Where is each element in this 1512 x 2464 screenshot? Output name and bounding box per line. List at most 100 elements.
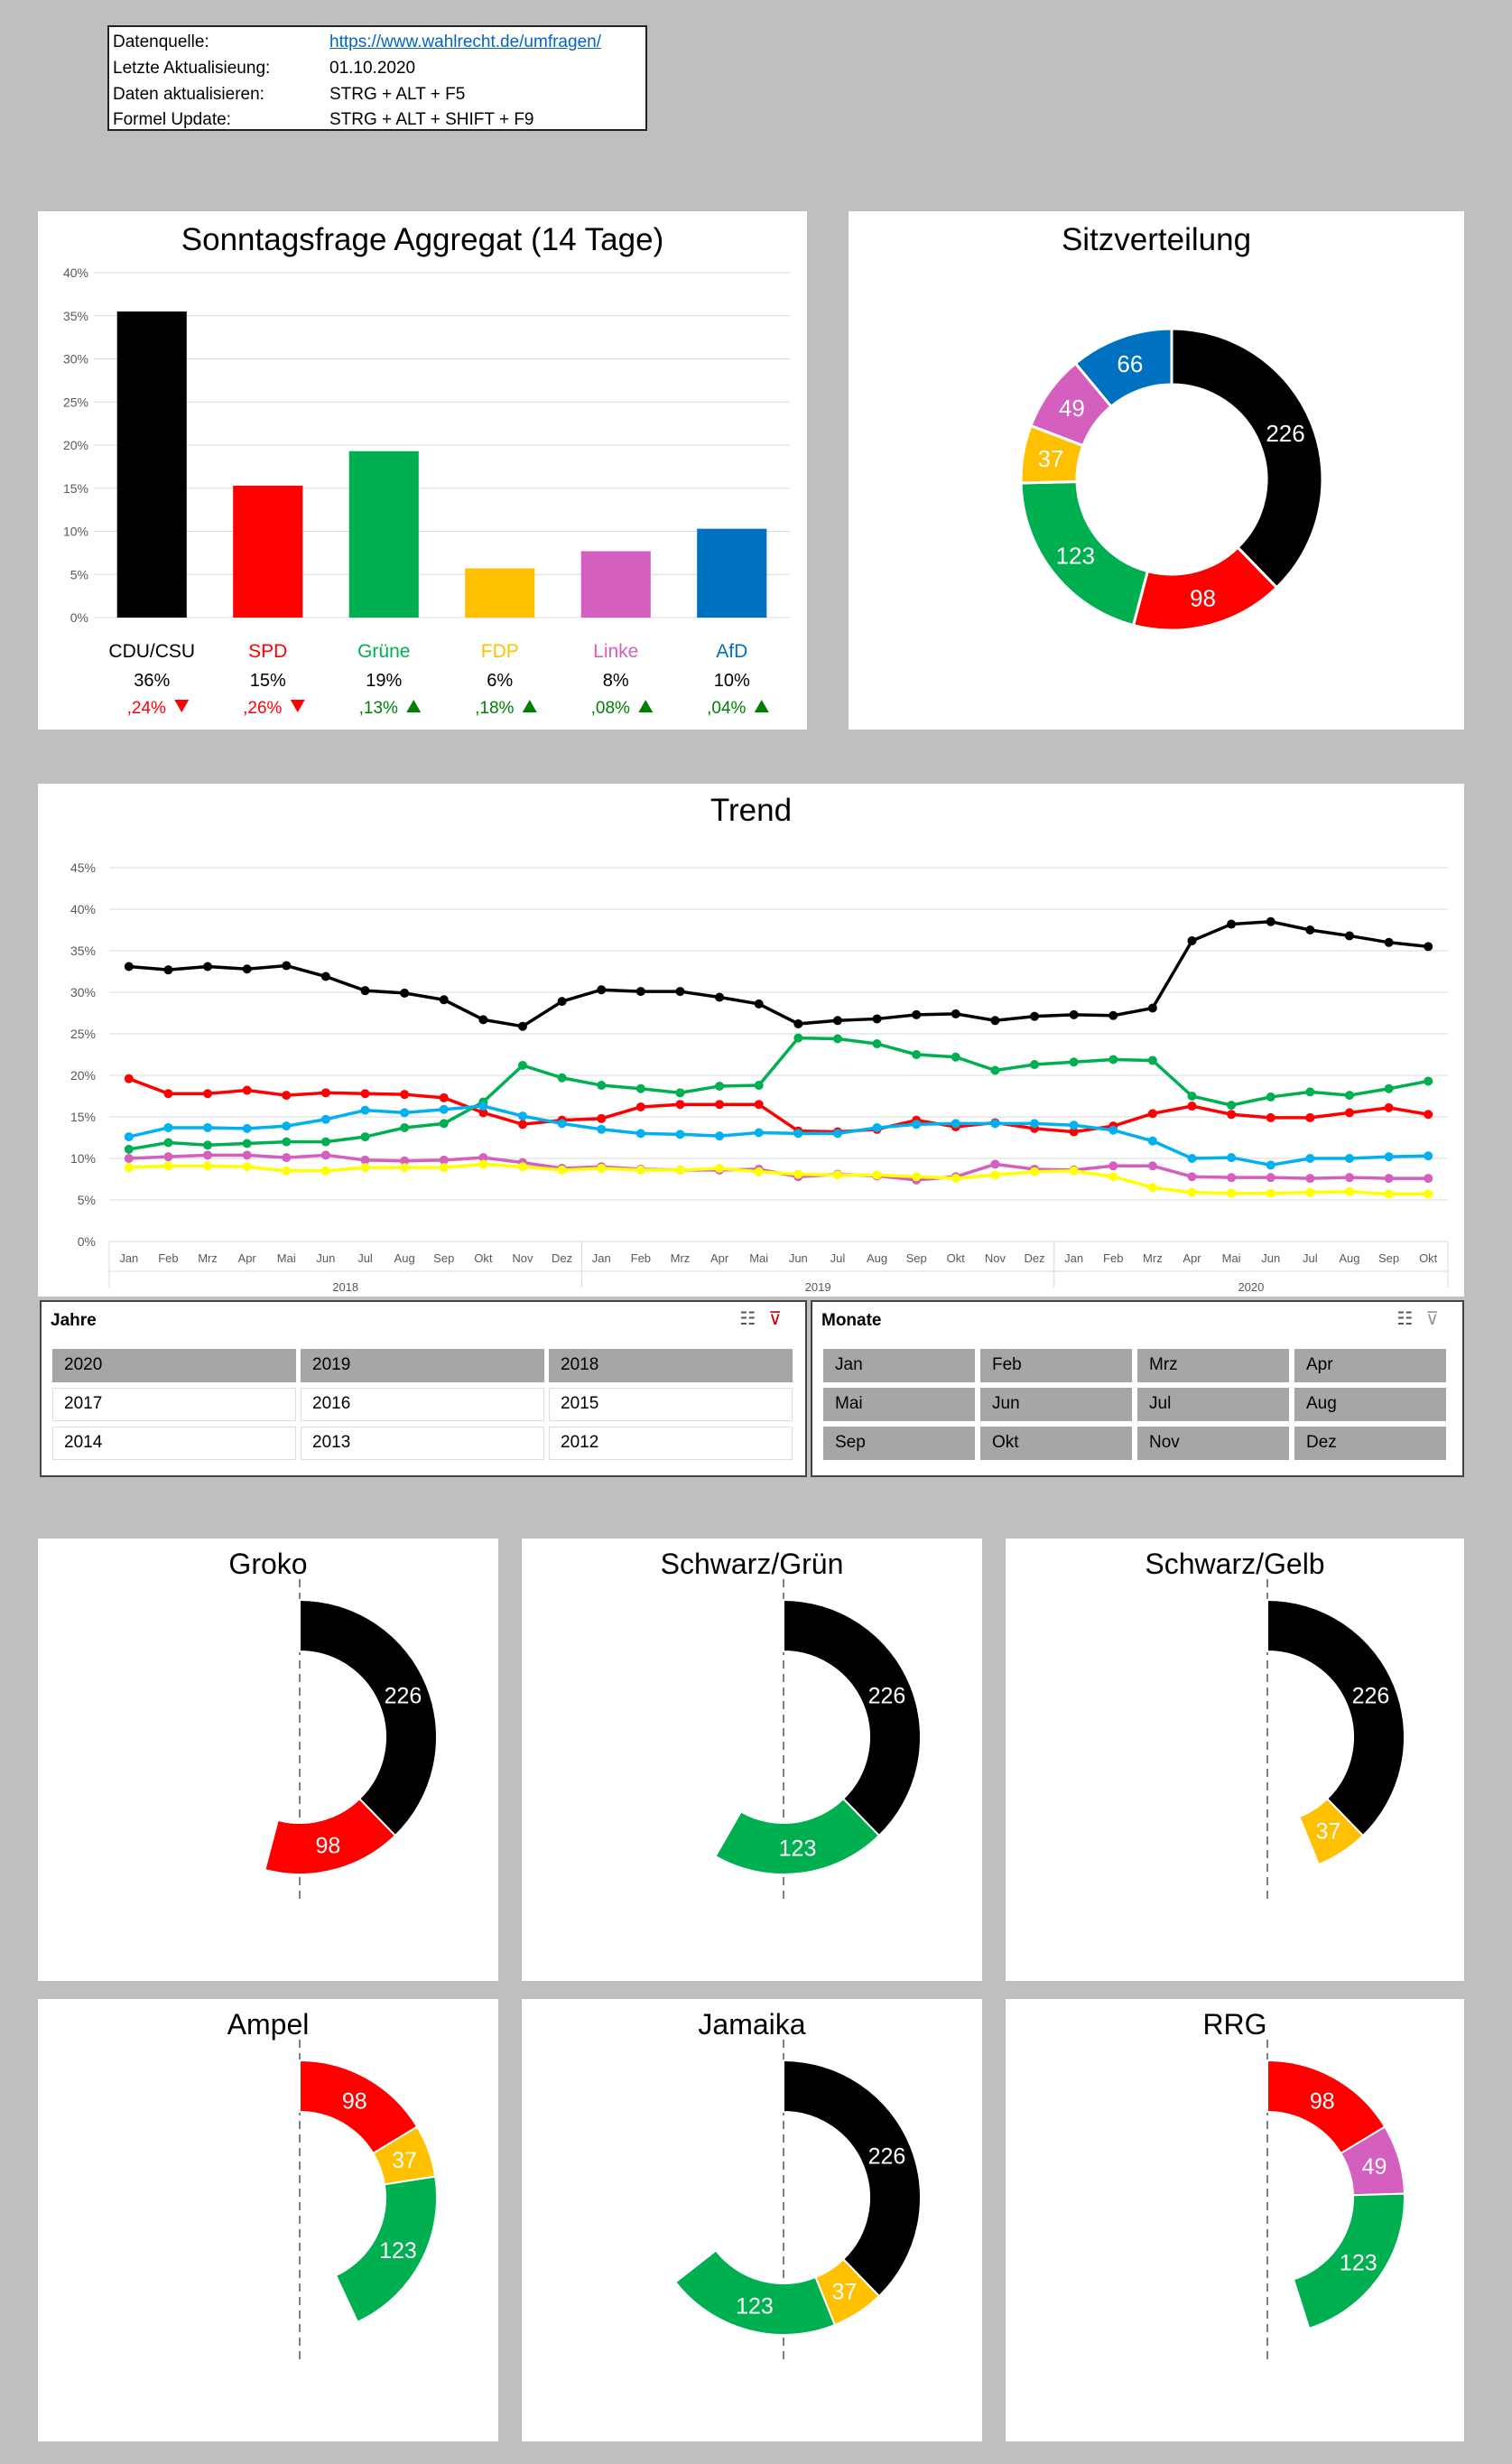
bar [116, 311, 187, 618]
slicer-button-2013[interactable]: 2013 [301, 1427, 544, 1460]
source-link[interactable]: https://www.wahlrecht.de/umfragen/ [329, 33, 601, 52]
data-point [1384, 1152, 1394, 1162]
data-point [990, 1016, 1000, 1026]
slicer-button-2012[interactable]: 2012 [549, 1427, 793, 1460]
slicer-button-2016[interactable]: 2016 [301, 1388, 544, 1421]
slice-label: 226 [868, 2144, 906, 2170]
year-label: 2018 [332, 1280, 358, 1294]
y-tick-label: 15% [63, 481, 88, 496]
slicer-button-mrz[interactable]: Mrz [1137, 1349, 1289, 1382]
data-point [1227, 1188, 1237, 1198]
data-point [163, 1089, 173, 1099]
data-point [282, 1153, 292, 1163]
data-point [1108, 1010, 1118, 1020]
data-point [1344, 1091, 1354, 1101]
coalition-slice [673, 2249, 837, 2336]
data-point [872, 1039, 882, 1049]
x-tick-label: Mrz [671, 1251, 691, 1265]
slicer-button-apr[interactable]: Apr [1294, 1349, 1446, 1382]
data-point [1187, 1172, 1197, 1182]
info-value-refresh: STRG + ALT + F5 [329, 85, 466, 104]
slicer-button-feb[interactable]: Feb [980, 1349, 1132, 1382]
slicer-button-jan[interactable]: Jan [823, 1349, 975, 1382]
data-point [1344, 1173, 1354, 1183]
data-point [872, 1170, 882, 1180]
seat-chart-panel[interactable]: Sitzverteilung 226 98 123 37 49 66 [849, 211, 1464, 730]
multi-select-icon[interactable]: ☷ [739, 1309, 768, 1329]
trend-chart-panel[interactable]: Trend 0% 5% 10% 15% 20% 25% 30% 35% 40% 45% Jan Feb… [38, 784, 1464, 1297]
category-label: CDU/CSU [108, 641, 195, 662]
slicer-button-jun[interactable]: Jun [980, 1388, 1132, 1421]
slicer-button-jul[interactable]: Jul [1137, 1388, 1289, 1421]
arrow-up-icon [754, 700, 769, 712]
y-tick-label: 45% [70, 860, 96, 875]
coalition-panel[interactable]: Schwarz/Grün 226 123 [522, 1539, 982, 1981]
data-point [242, 1123, 252, 1133]
slicer-button-2017[interactable]: 2017 [52, 1388, 296, 1421]
data-point [320, 1166, 330, 1176]
data-point [1344, 1108, 1354, 1118]
coalition-panel[interactable]: Jamaika 226 37 123 [522, 1999, 982, 2441]
slice-label: 226 [1352, 1684, 1390, 1709]
info-value-formula: STRG + ALT + SHIFT + F9 [329, 110, 534, 129]
y-tick-label: 35% [70, 944, 96, 958]
data-point [360, 1132, 370, 1142]
change-label: ,08% [591, 699, 630, 718]
clear-filter-icon[interactable]: ⊽ [768, 1309, 794, 1329]
data-point [1227, 1173, 1237, 1183]
arrow-down-icon [290, 700, 305, 712]
data-point [124, 1163, 134, 1173]
slicer-button-mai[interactable]: Mai [823, 1388, 975, 1421]
data-point [439, 1104, 449, 1114]
data-point [597, 1113, 607, 1123]
coalition-half-donut: 226 37 123 [673, 2040, 922, 2365]
coalition-panel[interactable]: Schwarz/Gelb 226 37 [1006, 1539, 1464, 1981]
data-point [517, 1111, 527, 1121]
x-tick-label: Jan [119, 1251, 138, 1265]
clear-filter-icon[interactable]: ⊽ [1425, 1309, 1452, 1329]
coalition-panel[interactable]: RRG 98 49 123 [1006, 1999, 1464, 2441]
data-point [360, 1163, 370, 1173]
coalition-panel[interactable]: Ampel 98 37 123 [38, 1999, 498, 2441]
slicer-button-2015[interactable]: 2015 [549, 1388, 793, 1421]
slicer-button-aug[interactable]: Aug [1294, 1388, 1446, 1421]
data-point [1147, 1183, 1157, 1193]
bar [580, 551, 651, 618]
data-point [360, 1089, 370, 1099]
slicer-button-2020[interactable]: 2020 [52, 1349, 296, 1382]
slicer-button-nov[interactable]: Nov [1137, 1427, 1289, 1460]
data-point [163, 965, 173, 975]
multi-select-icon[interactable]: ☷ [1396, 1309, 1425, 1329]
slicer-button-okt[interactable]: Okt [980, 1427, 1132, 1460]
info-box: Datenquelle: https://www.wahlrecht.de/um… [107, 25, 647, 131]
slicer-button-dez[interactable]: Dez [1294, 1427, 1446, 1460]
x-tick-label: Dez [1024, 1251, 1044, 1265]
x-tick-label: Jun [789, 1251, 808, 1265]
x-tick-label: Aug [1339, 1251, 1359, 1265]
bar-chart-panel[interactable]: Sonntagsfrage Aggregat (14 Tage) 0% 5% 10%… [38, 211, 807, 730]
coalition-panel[interactable]: Groko 226 98 [38, 1539, 498, 1981]
data-point [951, 1052, 960, 1062]
category-label: SPD [248, 641, 287, 662]
data-point [1384, 1083, 1394, 1093]
slicer-button-2014[interactable]: 2014 [52, 1427, 296, 1460]
data-point [163, 1152, 173, 1162]
data-point [1069, 1009, 1079, 1019]
slice-label: 226 [868, 1684, 906, 1709]
data-point [1266, 1112, 1275, 1122]
slicer-button-2019[interactable]: 2019 [301, 1349, 544, 1382]
data-point [1147, 1003, 1157, 1013]
data-point [1305, 1112, 1315, 1122]
data-point [400, 1163, 410, 1173]
data-point [1187, 1092, 1197, 1101]
bar-chart: 0% 5% 10% 15% 20% 25% 30% 35% 40% CDU/CSU 36% ,24% S… [63, 265, 790, 718]
slicer-button-sep[interactable]: Sep [823, 1427, 975, 1460]
y-tick-label: 25% [63, 395, 88, 409]
data-point [557, 1073, 567, 1083]
data-point [360, 1105, 370, 1115]
slicer-button-2018[interactable]: 2018 [549, 1349, 793, 1382]
data-point [557, 997, 567, 1007]
arrow-up-icon [522, 700, 537, 712]
slice-label: 66 [1117, 350, 1143, 377]
category-label: AfD [716, 641, 747, 662]
